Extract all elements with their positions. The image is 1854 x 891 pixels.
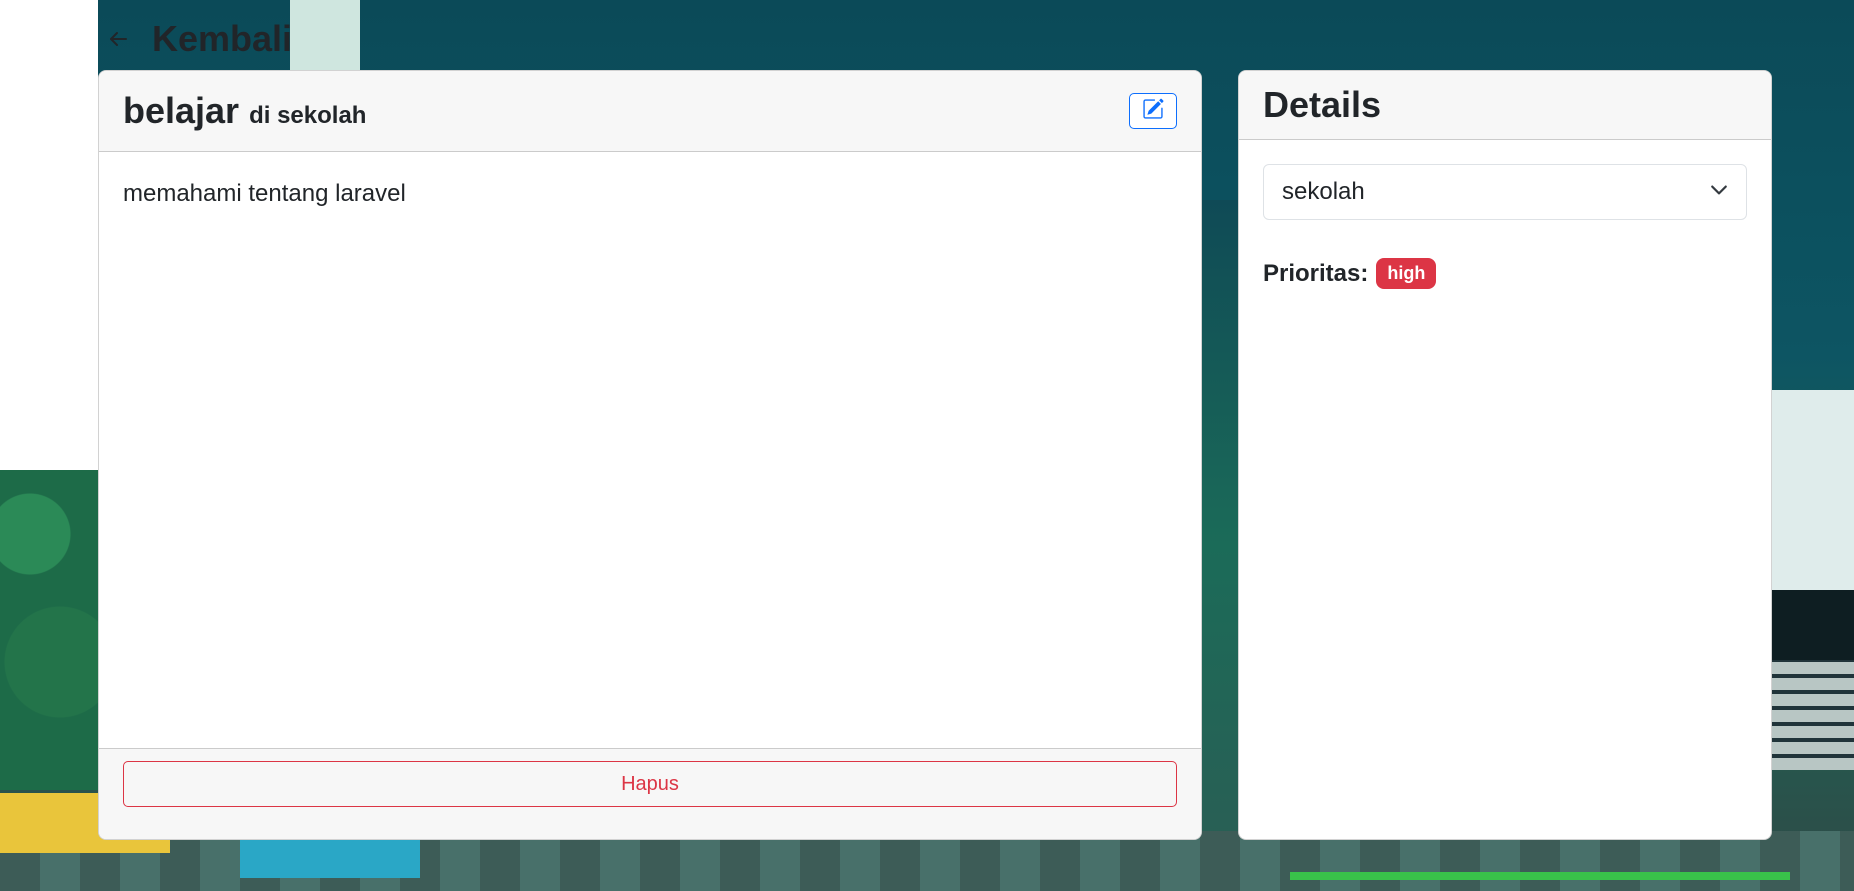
details-card: Details sekolah Prioritas: high	[1238, 70, 1772, 840]
task-card-footer: Hapus	[99, 748, 1201, 839]
details-card-header: Details	[1239, 71, 1771, 140]
delete-button[interactable]: Hapus	[123, 761, 1177, 807]
pencil-square-icon	[1142, 98, 1164, 124]
chevron-down-icon	[1710, 178, 1728, 206]
details-title: Details	[1263, 84, 1382, 125]
category-selected-value: sekolah	[1282, 178, 1365, 205]
task-card-header: belajar di sekolah	[99, 71, 1201, 152]
task-location: di sekolah	[249, 102, 367, 129]
category-select[interactable]: sekolah	[1263, 164, 1747, 220]
back-label[interactable]: Kembali	[152, 18, 292, 60]
priority-badge: high	[1376, 258, 1437, 289]
task-title: belajar di sekolah	[123, 90, 366, 132]
task-card: belajar di sekolah memahami tentang lara…	[98, 70, 1202, 840]
details-body: sekolah Prioritas: high	[1239, 140, 1771, 313]
task-name: belajar	[123, 90, 240, 131]
arrow-left-icon[interactable]	[98, 19, 138, 59]
task-description: memahami tentang laravel	[123, 180, 406, 207]
task-description-area: memahami tentang laravel	[99, 152, 1201, 750]
edit-button[interactable]	[1129, 93, 1177, 129]
priority-label: Prioritas:	[1263, 259, 1369, 287]
priority-row: Prioritas: high	[1263, 258, 1747, 289]
back-link[interactable]: Kembali	[98, 12, 292, 66]
